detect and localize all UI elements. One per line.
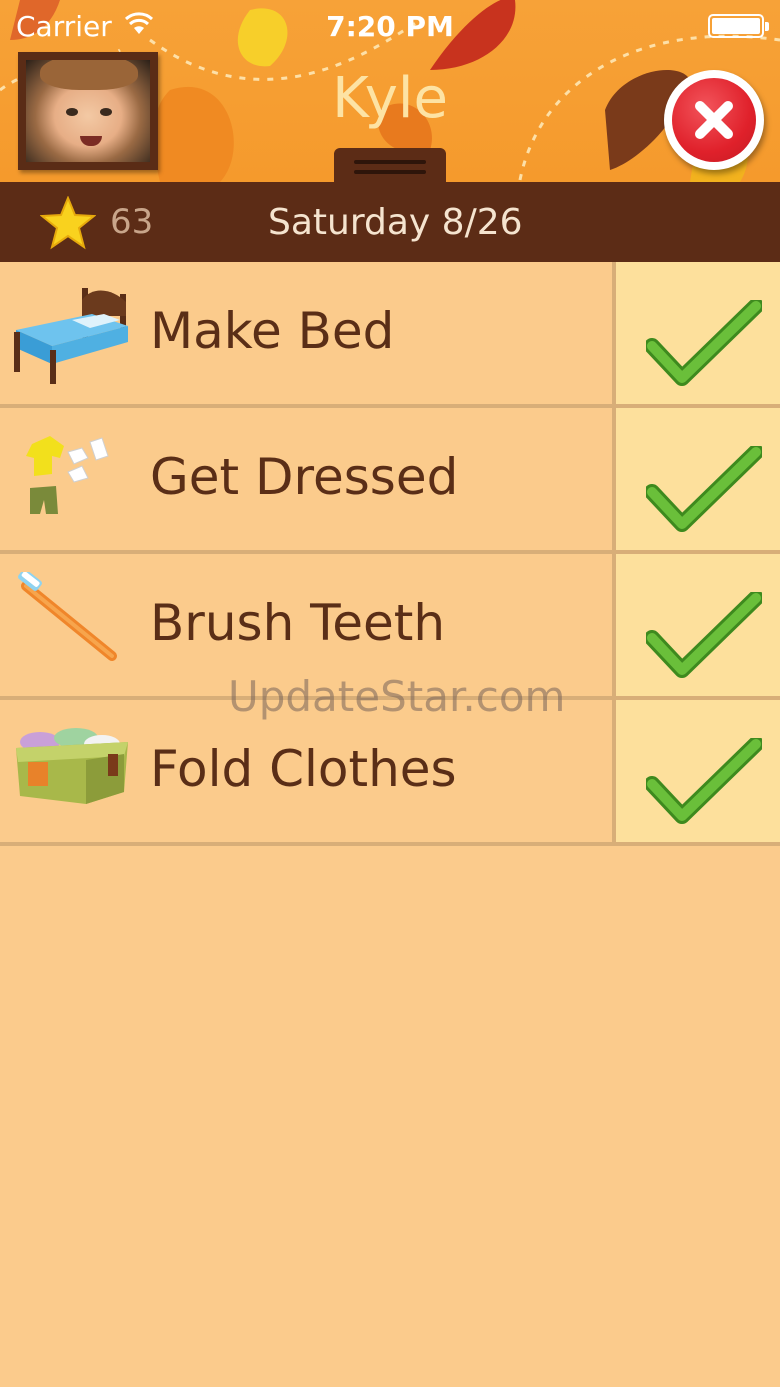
chore-check-button[interactable] — [616, 408, 780, 550]
chore-check-button[interactable] — [616, 700, 780, 842]
header: Carrier 7:20 PM Kyle — [0, 0, 780, 182]
checkmark-icon — [646, 592, 762, 678]
chore-list: Make Bed Get Dressed Brush Teeth Fold Cl… — [0, 262, 780, 846]
battery-icon — [708, 14, 769, 38]
close-button[interactable] — [664, 70, 764, 170]
toothbrush-icon — [18, 572, 117, 661]
checkmark-icon — [646, 300, 762, 386]
checkmark-icon — [646, 738, 762, 824]
current-date: Saturday 8/26 — [268, 202, 523, 243]
star-icon — [40, 196, 96, 250]
chore-row: Fold Clothes — [0, 700, 780, 846]
child-name: Kyle — [332, 66, 448, 131]
chore-label: Brush Teeth — [150, 594, 446, 652]
watermark: UpdateStar.com — [228, 672, 566, 721]
bed-icon — [14, 288, 128, 384]
info-bar: 63 Saturday 8/26 — [0, 182, 780, 262]
laundry-basket-icon — [16, 728, 128, 804]
chore-row: Make Bed — [0, 262, 780, 408]
chore-task[interactable]: Get Dressed — [0, 408, 612, 550]
chore-label: Make Bed — [150, 302, 395, 360]
status-bar: Carrier 7:20 PM — [0, 0, 780, 54]
status-time: 7:20 PM — [326, 10, 454, 43]
chore-check-button[interactable] — [616, 262, 780, 404]
clothes-icon — [26, 436, 109, 514]
chore-label: Fold Clothes — [150, 740, 457, 798]
star-count: 63 — [110, 202, 154, 242]
drawer-handle[interactable] — [334, 148, 446, 182]
chore-row: Get Dressed — [0, 408, 780, 554]
chore-check-button[interactable] — [616, 554, 780, 696]
chore-task[interactable]: Make Bed — [0, 262, 612, 404]
checkmark-icon — [646, 446, 762, 532]
chore-task[interactable]: Fold Clothes — [0, 700, 612, 842]
close-x-icon — [695, 101, 733, 139]
chore-label: Get Dressed — [150, 448, 459, 506]
